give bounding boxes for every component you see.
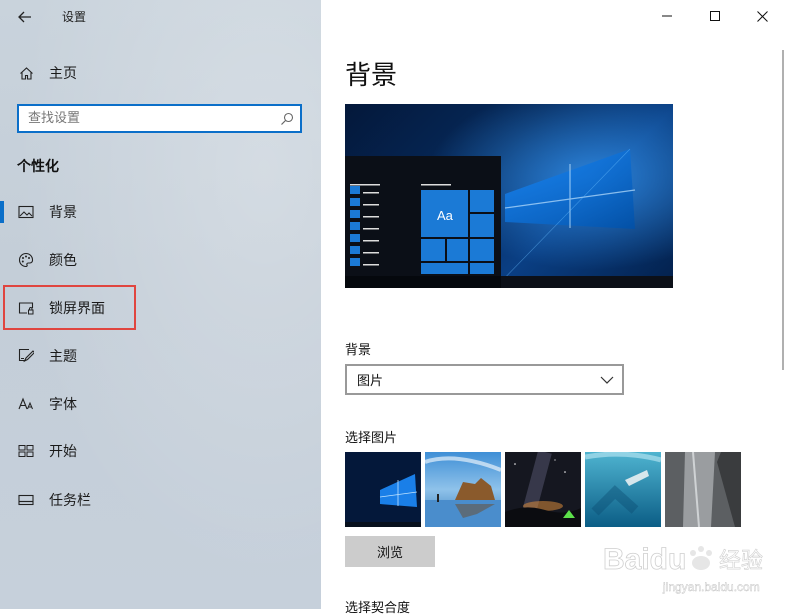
chevron-down-icon bbox=[600, 376, 614, 384]
preview-tile-text: Aa bbox=[437, 208, 454, 223]
baidu-logo-icon: Baidu 经验 jingyan.baidu.com bbox=[603, 543, 764, 595]
watermark-brand-cn: 经验 bbox=[719, 549, 763, 574]
choose-picture-label: 选择图片 bbox=[345, 431, 398, 446]
selected-value: 图片 bbox=[357, 374, 384, 389]
background-type-select[interactable]: 图片 bbox=[345, 364, 624, 395]
sidebar-item-themes[interactable]: 主题 bbox=[0, 336, 321, 376]
sidebar-item-label: 主题 bbox=[49, 349, 77, 365]
search-field[interactable] bbox=[17, 104, 302, 133]
picture-thumbnail-rock[interactable] bbox=[665, 452, 741, 527]
browse-button[interactable]: 浏览 bbox=[345, 536, 435, 567]
content-pane: 背景 Aa 背景 图片 选择图片 浏览 选择契合度 Baidu 经验 jingy… bbox=[321, 0, 786, 616]
sidebar-item-label: 背景 bbox=[49, 205, 77, 221]
palette-icon bbox=[18, 252, 34, 268]
back-arrow-icon bbox=[18, 11, 31, 23]
annotation-highlight-box bbox=[3, 285, 136, 330]
maximize-icon bbox=[710, 11, 720, 21]
sidebar-item-label: 字体 bbox=[49, 397, 77, 413]
close-icon bbox=[756, 10, 768, 22]
window-title: 设置 bbox=[62, 10, 87, 24]
theme-icon bbox=[18, 348, 34, 364]
home-icon bbox=[18, 65, 34, 81]
windows-wallpaper-preview: Aa bbox=[345, 104, 673, 288]
section-title: 个性化 bbox=[17, 159, 59, 175]
sidebar-item-taskbar[interactable]: 任务栏 bbox=[0, 480, 321, 520]
search-input[interactable] bbox=[19, 106, 278, 131]
choose-fit-label: 选择契合度 bbox=[345, 601, 411, 616]
watermark-url: jingyan.baidu.com bbox=[662, 580, 760, 594]
scrollbar-thumb[interactable] bbox=[782, 50, 784, 370]
sidebar-item-label: 颜色 bbox=[49, 253, 77, 269]
picture-thumbnail-night-sky[interactable] bbox=[505, 452, 581, 527]
page-title: 背景 bbox=[345, 61, 398, 91]
minimize-button[interactable] bbox=[651, 4, 683, 28]
minimize-icon bbox=[662, 15, 672, 17]
sidebar-item-home[interactable]: 主页 bbox=[0, 53, 321, 93]
background-preview: Aa bbox=[345, 104, 673, 288]
sidebar: 设置 主页 个性化 背景 颜色 锁屏界面 主题 bbox=[0, 0, 321, 609]
sidebar-item-colors[interactable]: 颜色 bbox=[0, 240, 321, 280]
sidebar-item-background[interactable]: 背景 bbox=[0, 192, 321, 232]
sidebar-item-start[interactable]: 开始 bbox=[0, 431, 321, 471]
watermark-brand: Baidu bbox=[603, 543, 686, 576]
close-button[interactable] bbox=[746, 4, 778, 28]
picture-icon bbox=[18, 204, 34, 220]
baidu-watermark: Baidu 经验 jingyan.baidu.com bbox=[583, 535, 783, 603]
picture-thumbnail-beach[interactable] bbox=[425, 452, 501, 527]
background-label: 背景 bbox=[345, 343, 372, 358]
font-icon bbox=[18, 396, 34, 412]
sidebar-item-fonts[interactable]: 字体 bbox=[0, 384, 321, 424]
sidebar-item-label: 主页 bbox=[49, 66, 77, 82]
picture-thumbnail-windows[interactable] bbox=[345, 452, 421, 527]
maximize-button[interactable] bbox=[699, 4, 731, 28]
sidebar-item-label: 任务栏 bbox=[49, 493, 91, 509]
back-button[interactable] bbox=[8, 4, 42, 30]
search-icon[interactable] bbox=[280, 112, 294, 126]
taskbar-icon bbox=[18, 492, 34, 508]
sidebar-item-label: 开始 bbox=[49, 444, 77, 460]
picture-thumbnail-underwater[interactable] bbox=[585, 452, 661, 527]
vertical-scrollbar[interactable] bbox=[780, 20, 786, 609]
start-icon bbox=[18, 443, 34, 459]
